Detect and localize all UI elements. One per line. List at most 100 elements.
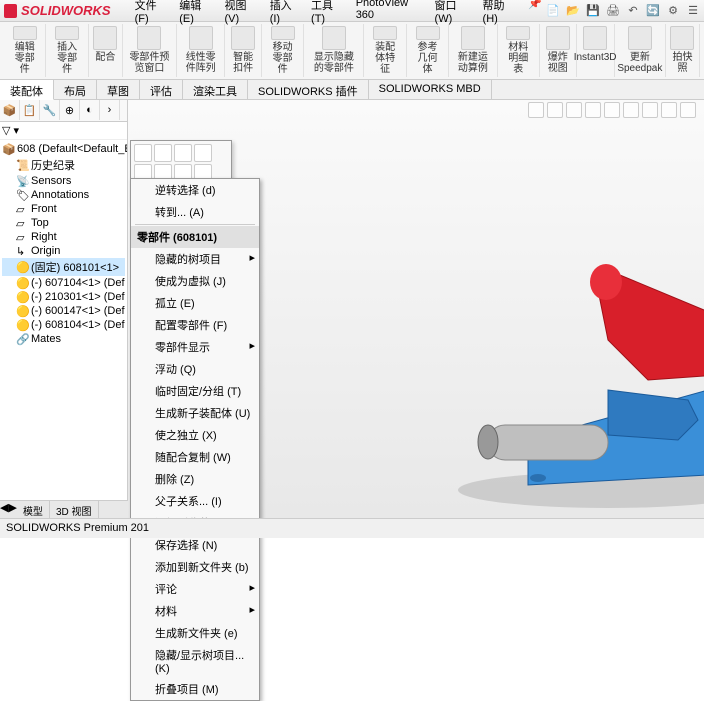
menu-insert[interactable]: 插入(I) — [266, 0, 303, 27]
ribbon-ref[interactable]: 参考几何体 — [407, 24, 449, 77]
tree-node[interactable]: ▱Front — [2, 202, 125, 216]
ribbon-speedpak[interactable]: 更新Speedpak — [615, 24, 666, 77]
ribbon-bom[interactable]: 材料明细表 — [498, 24, 540, 77]
view-tool-icon[interactable] — [623, 102, 639, 118]
menu-view[interactable]: 视图(V) — [220, 0, 261, 27]
ctx-item[interactable]: 隐藏/显示树项目... (K) — [131, 644, 259, 678]
ribbon-preview[interactable]: 零部件预览窗口 — [123, 24, 177, 77]
tree-filter[interactable]: ▽ ▾ — [0, 122, 127, 140]
view-tool-icon[interactable] — [528, 102, 544, 118]
tree-root[interactable]: 📦 608 (Default<Default_E — [2, 142, 125, 156]
tree-node[interactable]: 🟡(-) 210301<1> (Def — [2, 290, 125, 304]
ribbon-motion[interactable]: 新建运动算例 — [449, 24, 497, 77]
tree-node[interactable]: 🏷Annotations — [2, 188, 125, 202]
tree-node[interactable]: ▱Top — [2, 216, 125, 230]
ctx-tool-icon[interactable] — [194, 144, 212, 162]
tab-布局[interactable]: 布局 — [54, 80, 97, 99]
display-tab-icon[interactable]: ◐ — [80, 100, 100, 120]
ctx-item[interactable]: 折叠项目 (M) — [131, 678, 259, 700]
new-icon[interactable]: 📄 — [546, 4, 560, 18]
tree-node[interactable]: ↳Origin — [2, 244, 125, 258]
ctx-item[interactable]: 使之独立 (X) — [131, 424, 259, 446]
ctx-item[interactable]: 生成新子装配体 (U) — [131, 402, 259, 424]
tab-渲染工具[interactable]: 渲染工具 — [183, 80, 248, 99]
tab-装配体[interactable]: 装配体 — [0, 80, 54, 100]
ribbon-instant3d[interactable]: Instant3D — [577, 24, 615, 77]
ctx-tool-icon[interactable] — [174, 144, 192, 162]
ribbon-pattern[interactable]: 线性零件阵列 — [177, 24, 225, 77]
layout-icon[interactable]: ☰ — [686, 4, 700, 18]
ctx-item[interactable]: 配置零部件 (F) — [131, 314, 259, 336]
rebuild-icon[interactable]: 🔄 — [646, 4, 660, 18]
options-icon[interactable]: ⚙ — [666, 4, 680, 18]
ribbon-insert[interactable]: 插入零部件 — [46, 24, 88, 77]
bottom-tab-model[interactable]: 模型 — [17, 501, 50, 518]
view-tool-icon[interactable] — [661, 102, 677, 118]
ribbon-showhide[interactable]: 显示隐藏的零部件 — [304, 24, 364, 77]
tab-草图[interactable]: 草图 — [97, 80, 140, 99]
tab-SOLIDWORKS MBD[interactable]: SOLIDWORKS MBD — [369, 80, 492, 99]
ctx-item[interactable]: 添加到新文件夹 (b) — [131, 556, 259, 578]
dim-tab-icon[interactable]: ⊕ — [60, 100, 80, 120]
tree-node[interactable]: 📜历史纪录 — [2, 156, 125, 174]
tab-SOLIDWORKS 插件[interactable]: SOLIDWORKS 插件 — [248, 80, 369, 99]
config-tab-icon[interactable]: 🔧 — [40, 100, 60, 120]
view-tool-icon[interactable] — [642, 102, 658, 118]
ribbon-feature[interactable]: 装配体特征 — [364, 24, 406, 77]
ctx-item[interactable]: 转到... (A) — [131, 201, 259, 223]
ribbon-label: 拍快照 — [672, 52, 693, 74]
save-icon[interactable]: 💾 — [586, 4, 600, 18]
tree-node[interactable]: 📡Sensors — [2, 174, 125, 188]
tree-node[interactable]: 🔗Mates — [2, 332, 125, 346]
bottom-scroll-right[interactable]: ▶ — [8, 501, 16, 518]
menu-window[interactable]: 窗口(W) — [431, 0, 475, 27]
menu-pin-icon[interactable]: 📌 — [524, 0, 546, 27]
ctx-item[interactable]: 零部件显示▸ — [131, 336, 259, 358]
ribbon-label: 显示隐藏的零部件 — [310, 52, 357, 74]
ctx-item[interactable]: 隐藏的树项目▸ — [131, 248, 259, 270]
view-tool-icon[interactable] — [566, 102, 582, 118]
tab-评估[interactable]: 评估 — [140, 80, 183, 99]
bottom-tab-3dview[interactable]: 3D 视图 — [50, 501, 99, 518]
ctx-item[interactable]: 评论▸ — [131, 578, 259, 600]
tree-node[interactable]: 🟡(-) 607104<1> (Def — [2, 276, 125, 290]
view-tool-icon[interactable] — [604, 102, 620, 118]
view-tool-icon[interactable] — [585, 102, 601, 118]
undo-icon[interactable]: ↶ — [626, 4, 640, 18]
ctx-item[interactable]: 材料▸ — [131, 600, 259, 622]
ribbon-snapshot[interactable]: 拍快照 — [666, 24, 700, 77]
tree-node[interactable]: 🟡(固定) 608101<1> — [2, 258, 125, 276]
more-tab-icon[interactable]: › — [100, 100, 120, 120]
view-tool-icon[interactable] — [547, 102, 563, 118]
ribbon-smart[interactable]: 智能扣件 — [225, 24, 262, 77]
ctx-item[interactable]: 生成新文件夹 (e) — [131, 622, 259, 644]
menu-file[interactable]: 文件(F) — [131, 0, 172, 27]
menu-help[interactable]: 帮助(H) — [479, 0, 521, 27]
menu-edit[interactable]: 编辑(E) — [175, 0, 216, 27]
ctx-item[interactable]: 删除 (Z) — [131, 468, 259, 490]
tree-node[interactable]: 🟡(-) 608104<1> (Def — [2, 318, 125, 332]
ribbon-move[interactable]: 移动零部件 — [262, 24, 304, 77]
ctx-tool-icon[interactable] — [154, 144, 172, 162]
ctx-item[interactable]: 浮动 (Q) — [131, 358, 259, 380]
ctx-item[interactable]: 父子关系... (I) — [131, 490, 259, 512]
ctx-item[interactable]: 临时固定/分组 (T) — [131, 380, 259, 402]
bottom-scroll-left[interactable]: ◀ — [0, 501, 8, 518]
tree-node[interactable]: ▱Right — [2, 230, 125, 244]
view-tool-icon[interactable] — [680, 102, 696, 118]
ctx-item[interactable]: 逆转选择 (d) — [131, 179, 259, 201]
print-icon[interactable]: 🖨 — [606, 4, 620, 18]
tree-node[interactable]: 🟡(-) 600147<1> (Def — [2, 304, 125, 318]
property-tab-icon[interactable]: 📋 — [20, 100, 40, 120]
ribbon-mate[interactable]: 配合 — [89, 24, 123, 77]
feature-tree-tab-icon[interactable]: 📦 — [0, 100, 20, 120]
ctx-item[interactable]: 使成为虚拟 (J) — [131, 270, 259, 292]
ctx-item[interactable]: 随配合复制 (W) — [131, 446, 259, 468]
ctx-item[interactable]: 孤立 (E) — [131, 292, 259, 314]
menu-photoview[interactable]: PhotoView 360 — [352, 0, 427, 27]
open-icon[interactable]: 📂 — [566, 4, 580, 18]
menu-tools[interactable]: 工具(T) — [307, 0, 348, 27]
ctx-tool-icon[interactable] — [134, 144, 152, 162]
ribbon-edit[interactable]: 编辑零部件 — [4, 24, 46, 77]
ribbon-explode[interactable]: 爆炸视图 — [540, 24, 577, 77]
